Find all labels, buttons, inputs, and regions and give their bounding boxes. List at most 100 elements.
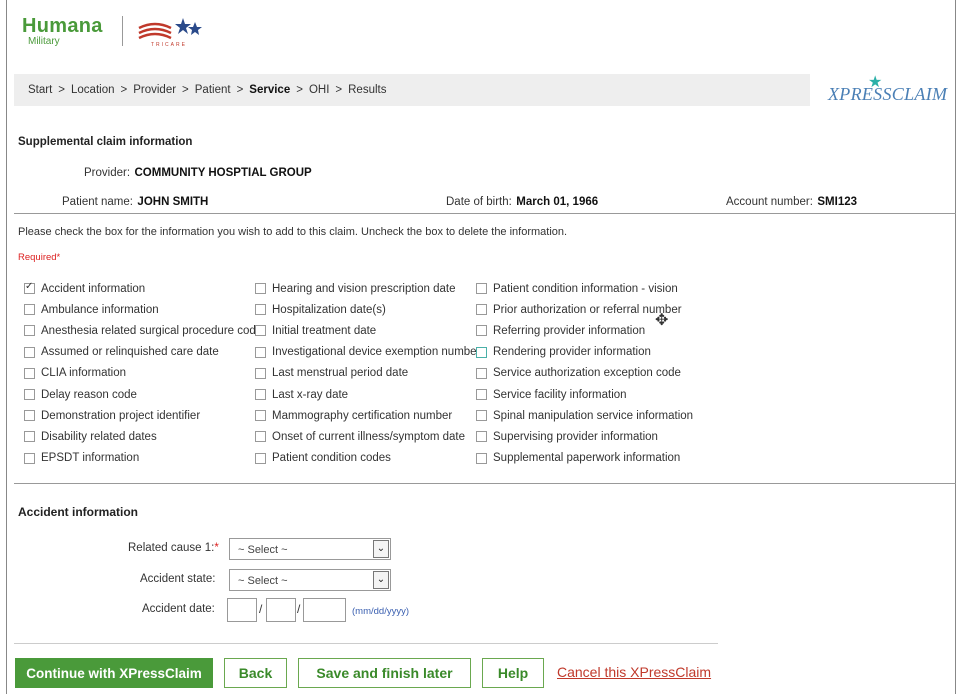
checkbox[interactable] — [24, 304, 35, 316]
checkbox[interactable] — [255, 389, 266, 401]
breadcrumb-patient: Patient — [194, 84, 231, 96]
breadcrumb-separator: > — [236, 84, 244, 96]
checkbox-option[interactable]: Mammography certification number — [255, 405, 480, 426]
chevron-down-icon[interactable]: ⌄ — [373, 571, 389, 589]
checkbox[interactable] — [476, 325, 487, 337]
cancel-link[interactable]: Cancel this XPressClaim — [557, 664, 711, 680]
checkbox[interactable] — [476, 452, 487, 464]
checkbox[interactable] — [24, 431, 35, 443]
related-cause-select[interactable]: ~ Select ~ ⌄ — [229, 538, 391, 560]
checkbox[interactable] — [255, 346, 266, 358]
checkbox[interactable] — [24, 410, 35, 422]
checkbox-label: Referring provider information — [493, 324, 646, 337]
date-separator: / — [259, 602, 263, 616]
dob-row: Date of birth: March 01, 1966 — [446, 192, 598, 210]
help-button[interactable]: Help — [482, 658, 544, 688]
checkbox[interactable] — [476, 304, 487, 316]
related-cause-label: Related cause 1:* — [128, 542, 219, 554]
checkbox[interactable] — [24, 325, 35, 337]
breadcrumb-separator: > — [58, 84, 66, 96]
checkbox-option[interactable]: CLIA information — [24, 363, 262, 384]
checkbox-option[interactable]: Initial treatment date — [255, 320, 480, 341]
checkbox[interactable] — [255, 304, 266, 316]
divider — [14, 483, 956, 484]
continue-button[interactable]: Continue with XPressClaim — [15, 658, 213, 688]
breadcrumb-results: Results — [348, 84, 387, 96]
checkbox[interactable] — [476, 367, 487, 379]
checkbox-option[interactable]: Supplemental paperwork information — [476, 448, 693, 469]
checkbox-option[interactable]: Last x-ray date — [255, 384, 480, 405]
accident-date-year-input[interactable] — [303, 598, 346, 622]
humana-logo: Humana — [22, 15, 103, 37]
checkbox[interactable] — [255, 452, 266, 464]
checkbox[interactable] — [255, 431, 266, 443]
checkbox-label: Disability related dates — [41, 430, 157, 443]
checkbox[interactable] — [255, 410, 266, 422]
checkbox[interactable] — [24, 367, 35, 379]
checkbox[interactable] — [476, 410, 487, 422]
checkbox-option[interactable]: Patient condition information - vision — [476, 278, 693, 299]
checkbox-label: Onset of current illness/symptom date — [272, 430, 466, 443]
back-button[interactable]: Back — [224, 658, 287, 688]
dob-label: Date of birth: — [446, 196, 512, 208]
checkbox-option[interactable]: Patient condition codes — [255, 448, 480, 469]
move-cursor-icon: ✥ — [655, 312, 669, 329]
chevron-down-icon[interactable]: ⌄ — [373, 540, 389, 558]
checkbox-option[interactable]: Service facility information — [476, 384, 693, 405]
checkbox-option[interactable]: Demonstration project identifier — [24, 405, 262, 426]
related-cause-selected: ~ Select ~ — [238, 544, 288, 556]
breadcrumb-start: Start — [28, 84, 53, 96]
checkbox-label: Last x-ray date — [272, 388, 349, 401]
breadcrumb-ohi: OHI — [308, 84, 330, 96]
checkbox[interactable] — [255, 283, 266, 295]
checkbox-option[interactable]: Accident information — [24, 278, 262, 299]
account-label: Account number: — [726, 196, 813, 208]
checkbox-option[interactable]: Supervising provider information — [476, 426, 693, 447]
checkbox-option[interactable]: Disability related dates — [24, 426, 262, 447]
checkbox[interactable] — [476, 431, 487, 443]
checkbox[interactable] — [24, 346, 35, 358]
checkbox-label: Initial treatment date — [272, 324, 377, 337]
breadcrumb-service: Service — [249, 84, 291, 96]
checkbox-option[interactable]: Hospitalization date(s) — [255, 299, 480, 320]
save-finish-later-button[interactable]: Save and finish later — [298, 658, 471, 688]
tricare-wordmark: TRICARE — [151, 42, 187, 48]
related-cause-label-text: Related cause 1: — [128, 542, 215, 554]
checkbox-option[interactable]: Anesthesia related surgical procedure co… — [24, 320, 262, 341]
checkbox-option[interactable]: Spinal manipulation service information — [476, 405, 693, 426]
checkbox[interactable] — [255, 367, 266, 379]
checkbox-option[interactable]: Hearing and vision prescription date — [255, 278, 480, 299]
accident-state-select[interactable]: ~ Select ~ ⌄ — [229, 569, 391, 591]
checkbox[interactable] — [476, 283, 487, 295]
checkbox-option[interactable]: EPSDT information — [24, 448, 262, 469]
checkbox-option[interactable]: Ambulance information — [24, 299, 262, 320]
accident-date-label: Accident date: — [142, 603, 215, 615]
provider-value: COMMUNITY HOSPTIAL GROUP — [134, 167, 312, 179]
date-separator: / — [297, 602, 301, 616]
accident-date-day-input[interactable] — [266, 598, 296, 622]
checkbox[interactable] — [476, 346, 487, 358]
checkbox[interactable] — [255, 325, 266, 337]
checkbox[interactable] — [24, 389, 35, 401]
breadcrumb-location: Location — [71, 84, 115, 96]
checkbox-label: Service facility information — [493, 388, 627, 401]
checkbox-option[interactable]: Last menstrual period date — [255, 363, 480, 384]
checkbox-label: Patient condition codes — [272, 452, 391, 465]
checkbox-option[interactable]: Service authorization exception code — [476, 363, 693, 384]
checkbox-option[interactable]: Assumed or relinquished care date — [24, 342, 262, 363]
checkbox-option[interactable]: Delay reason code — [24, 384, 262, 405]
checkbox-label: Delay reason code — [41, 388, 137, 401]
checkbox-option[interactable]: Investigational device exemption number — [255, 342, 480, 363]
accident-date-month-input[interactable] — [227, 598, 257, 622]
accident-section-title: Accident information — [18, 505, 139, 519]
divider — [14, 213, 956, 214]
account-row: Account number: SMI123 — [726, 192, 857, 210]
checkbox-label: Rendering provider information — [493, 346, 651, 359]
checkbox-option[interactable]: Onset of current illness/symptom date — [255, 426, 480, 447]
checkbox[interactable] — [476, 389, 487, 401]
checkbox-option[interactable]: Rendering provider information — [476, 342, 693, 363]
checkbox[interactable] — [24, 452, 35, 464]
date-format-hint: (mm/dd/yyyy) — [352, 606, 409, 617]
required-legend: Required* — [18, 252, 61, 263]
checkbox-checked[interactable] — [24, 281, 35, 295]
